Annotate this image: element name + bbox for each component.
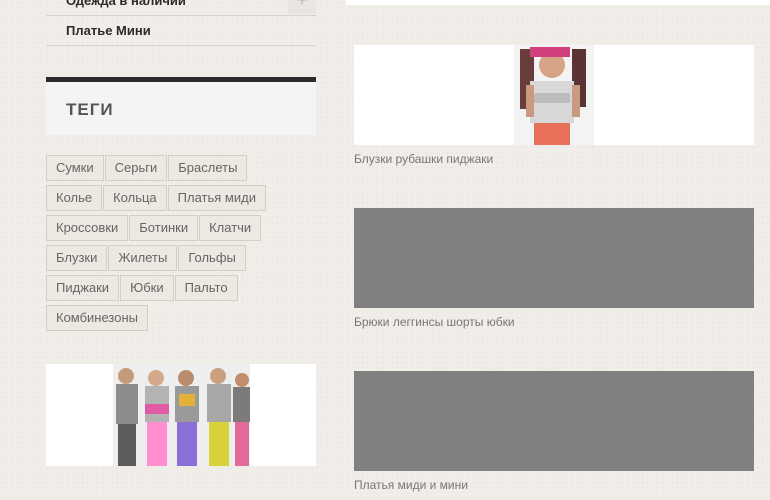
tags-widget-header: ТЕГИ [46, 77, 316, 135]
tag-link[interactable]: Серьги [104, 155, 168, 181]
tags-widget-title: ТЕГИ [66, 100, 114, 119]
tag-link[interactable]: Гольфы [178, 245, 246, 271]
tag-link[interactable]: Клатчи [199, 215, 262, 241]
post-caption[interactable]: Брюки леггинсы шорты юбки [354, 315, 515, 329]
tag-row: Комбинезоны [46, 305, 316, 335]
tag-row: Пиджаки Юбки Пальто [46, 275, 316, 305]
tag-row: Блузки Жилеты Гольфы [46, 245, 316, 275]
tag-row: Кроссовки Ботинки Клатчи [46, 215, 316, 245]
tag-cloud: Сумки Серьги Браслеты Колье Кольца Платья мид… [46, 155, 316, 335]
menu-item-mini-dress[interactable]: Платье Мини [46, 16, 316, 46]
tag-link[interactable]: Сумки [46, 155, 104, 181]
model-photo [354, 45, 754, 145]
tag-link[interactable]: Ботинки [129, 215, 199, 241]
tag-link[interactable]: Пальто [174, 275, 238, 301]
post-caption[interactable]: Платья миди и мини [354, 478, 468, 492]
post-image[interactable] [354, 45, 754, 145]
tag-link[interactable]: Жилеты [108, 245, 178, 271]
tag-link[interactable]: Кольца [103, 185, 167, 211]
tag-link[interactable]: Блузки [46, 245, 108, 271]
tag-link[interactable]: Комбинезоны [46, 305, 148, 331]
group-of-models-image [46, 364, 316, 466]
sidebar-banner-image[interactable] [46, 364, 316, 466]
tag-link[interactable]: Кроссовки [46, 215, 129, 241]
menu-item-label: Одежда в наличии [66, 0, 186, 8]
menu-item-in-stock[interactable]: Одежда в наличии + [46, 0, 316, 16]
tag-link[interactable]: Колье [46, 185, 103, 211]
tag-link[interactable]: Платья миди [167, 185, 266, 211]
post-caption[interactable]: Блузки рубашки пиджаки [354, 152, 493, 166]
tag-link[interactable]: Пиджаки [46, 275, 120, 301]
post-image-placeholder[interactable] [354, 208, 754, 308]
tag-row: Сумки Серьги Браслеты [46, 155, 316, 185]
menu-item-label: Платье Мини [66, 23, 151, 38]
tag-row: Колье Кольца Платья миди [46, 185, 316, 215]
tag-link[interactable]: Юбки [120, 275, 174, 301]
tag-link[interactable]: Браслеты [168, 155, 248, 181]
content-top-strip [346, 0, 770, 5]
expand-plus-icon[interactable]: + [288, 0, 316, 14]
post-image-placeholder[interactable] [354, 371, 754, 471]
